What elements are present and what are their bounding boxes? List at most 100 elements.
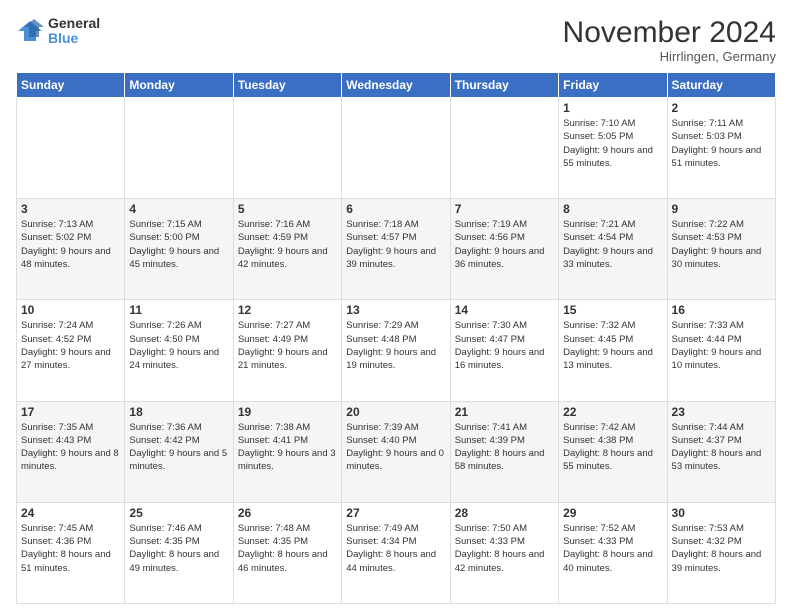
- day-number: 13: [346, 303, 445, 317]
- day-info: Sunrise: 7:44 AM Sunset: 4:37 PM Dayligh…: [672, 421, 771, 474]
- calendar-cell-3-1: 10 Sunrise: 7:24 AM Sunset: 4:52 PM Dayli…: [17, 300, 125, 401]
- calendar-week-1: 1 Sunrise: 7:10 AM Sunset: 5:05 PM Daylig…: [17, 98, 776, 199]
- day-info: Sunrise: 7:45 AM Sunset: 4:36 PM Dayligh…: [21, 522, 120, 575]
- day-number: 7: [455, 202, 554, 216]
- day-number: 8: [563, 202, 662, 216]
- logo: General Blue: [16, 16, 100, 47]
- day-number: 17: [21, 405, 120, 419]
- day-number: 28: [455, 506, 554, 520]
- day-info: Sunrise: 7:11 AM Sunset: 5:03 PM Dayligh…: [672, 117, 771, 170]
- calendar-table: Sunday Monday Tuesday Wednesday Thursday…: [16, 72, 776, 604]
- header-saturday: Saturday: [667, 73, 775, 98]
- calendar-cell-2-6: 8 Sunrise: 7:21 AM Sunset: 4:54 PM Daylig…: [559, 199, 667, 300]
- calendar-cell-2-2: 4 Sunrise: 7:15 AM Sunset: 5:00 PM Daylig…: [125, 199, 233, 300]
- calendar-cell-4-5: 21Sunrise: 7:41 AM Sunset: 4:39 PM Dayli…: [450, 401, 558, 502]
- calendar-cell-4-1: 17Sunrise: 7:35 AM Sunset: 4:43 PM Dayli…: [17, 401, 125, 502]
- calendar-cell-4-3: 19 Sunrise: 7:38 AM Sunset: 4:41 PM Dayli…: [233, 401, 341, 502]
- day-info: Sunrise: 7:22 AM Sunset: 4:53 PM Dayligh…: [672, 218, 771, 271]
- calendar-cell-5-1: 24 Sunrise: 7:45 AM Sunset: 4:36 PM Dayli…: [17, 502, 125, 603]
- day-info: Sunrise: 7:10 AM Sunset: 5:05 PM Dayligh…: [563, 117, 662, 170]
- header-wednesday: Wednesday: [342, 73, 450, 98]
- calendar-cell-3-5: 14 Sunrise: 7:30 AM Sunset: 4:47 PM Dayli…: [450, 300, 558, 401]
- calendar-cell-5-3: 26 Sunrise: 7:48 AM Sunset: 4:35 PM Dayli…: [233, 502, 341, 603]
- header-sunday: Sunday: [17, 73, 125, 98]
- calendar-cell-1-7: 2 Sunrise: 7:11 AM Sunset: 5:03 PM Daylig…: [667, 98, 775, 199]
- day-number: 29: [563, 506, 662, 520]
- calendar-cell-1-3: [233, 98, 341, 199]
- calendar-cell-3-3: 12 Sunrise: 7:27 AM Sunset: 4:49 PM Dayli…: [233, 300, 341, 401]
- day-number: 10: [21, 303, 120, 317]
- calendar-cell-1-2: [125, 98, 233, 199]
- calendar-cell-4-2: 18 Sunrise: 7:36 AM Sunset: 4:42 PM Dayli…: [125, 401, 233, 502]
- calendar-cell-4-4: 20 Sunrise: 7:39 AM Sunset: 4:40 PM Dayli…: [342, 401, 450, 502]
- day-number: 23: [672, 405, 771, 419]
- day-info: Sunrise: 7:21 AM Sunset: 4:54 PM Dayligh…: [563, 218, 662, 271]
- month-title: November 2024: [563, 16, 776, 49]
- day-number: 1: [563, 101, 662, 115]
- day-info: Sunrise: 7:16 AM Sunset: 4:59 PM Dayligh…: [238, 218, 337, 271]
- day-info: Sunrise: 7:27 AM Sunset: 4:49 PM Dayligh…: [238, 319, 337, 372]
- day-info: Sunrise: 7:42 AM Sunset: 4:38 PM Dayligh…: [563, 421, 662, 474]
- day-number: 24: [21, 506, 120, 520]
- calendar-cell-3-7: 16Sunrise: 7:33 AM Sunset: 4:44 PM Dayli…: [667, 300, 775, 401]
- day-info: Sunrise: 7:48 AM Sunset: 4:35 PM Dayligh…: [238, 522, 337, 575]
- day-number: 3: [21, 202, 120, 216]
- day-number: 5: [238, 202, 337, 216]
- calendar-week-2: 3 Sunrise: 7:13 AM Sunset: 5:02 PM Daylig…: [17, 199, 776, 300]
- calendar-cell-4-6: 22 Sunrise: 7:42 AM Sunset: 4:38 PM Dayli…: [559, 401, 667, 502]
- day-number: 21: [455, 405, 554, 419]
- header-thursday: Thursday: [450, 73, 558, 98]
- day-info: Sunrise: 7:32 AM Sunset: 4:45 PM Dayligh…: [563, 319, 662, 372]
- calendar-cell-1-1: [17, 98, 125, 199]
- day-number: 25: [129, 506, 228, 520]
- title-section: November 2024 Hirrlingen, Germany: [563, 16, 776, 64]
- calendar-cell-5-6: 29Sunrise: 7:52 AM Sunset: 4:33 PM Dayli…: [559, 502, 667, 603]
- day-number: 14: [455, 303, 554, 317]
- calendar-cell-5-5: 28 Sunrise: 7:50 AM Sunset: 4:33 PM Dayli…: [450, 502, 558, 603]
- day-number: 6: [346, 202, 445, 216]
- day-number: 4: [129, 202, 228, 216]
- day-number: 19: [238, 405, 337, 419]
- day-number: 22: [563, 405, 662, 419]
- day-number: 20: [346, 405, 445, 419]
- day-info: Sunrise: 7:15 AM Sunset: 5:00 PM Dayligh…: [129, 218, 228, 271]
- day-info: Sunrise: 7:49 AM Sunset: 4:34 PM Dayligh…: [346, 522, 445, 575]
- logo-blue-text: Blue: [48, 31, 100, 46]
- header-monday: Monday: [125, 73, 233, 98]
- calendar-header-row: Sunday Monday Tuesday Wednesday Thursday…: [17, 73, 776, 98]
- logo-text: General Blue: [48, 16, 100, 47]
- day-number: 15: [563, 303, 662, 317]
- calendar-cell-1-5: [450, 98, 558, 199]
- day-info: Sunrise: 7:38 AM Sunset: 4:41 PM Dayligh…: [238, 421, 337, 474]
- header-friday: Friday: [559, 73, 667, 98]
- calendar-cell-2-5: 7 Sunrise: 7:19 AM Sunset: 4:56 PM Daylig…: [450, 199, 558, 300]
- calendar-week-4: 17Sunrise: 7:35 AM Sunset: 4:43 PM Dayli…: [17, 401, 776, 502]
- header: General Blue November 2024 Hirrlingen, G…: [16, 16, 776, 64]
- day-info: Sunrise: 7:36 AM Sunset: 4:42 PM Dayligh…: [129, 421, 228, 474]
- calendar-cell-2-1: 3 Sunrise: 7:13 AM Sunset: 5:02 PM Daylig…: [17, 199, 125, 300]
- day-info: Sunrise: 7:13 AM Sunset: 5:02 PM Dayligh…: [21, 218, 120, 271]
- calendar-cell-1-6: 1 Sunrise: 7:10 AM Sunset: 5:05 PM Daylig…: [559, 98, 667, 199]
- location: Hirrlingen, Germany: [563, 49, 776, 64]
- day-number: 16: [672, 303, 771, 317]
- day-info: Sunrise: 7:53 AM Sunset: 4:32 PM Dayligh…: [672, 522, 771, 575]
- day-info: Sunrise: 7:30 AM Sunset: 4:47 PM Dayligh…: [455, 319, 554, 372]
- day-info: Sunrise: 7:29 AM Sunset: 4:48 PM Dayligh…: [346, 319, 445, 372]
- day-info: Sunrise: 7:19 AM Sunset: 4:56 PM Dayligh…: [455, 218, 554, 271]
- calendar-cell-3-4: 13 Sunrise: 7:29 AM Sunset: 4:48 PM Dayli…: [342, 300, 450, 401]
- calendar-cell-3-2: 11 Sunrise: 7:26 AM Sunset: 4:50 PM Dayli…: [125, 300, 233, 401]
- day-number: 11: [129, 303, 228, 317]
- calendar-cell-5-4: 27Sunrise: 7:49 AM Sunset: 4:34 PM Dayli…: [342, 502, 450, 603]
- day-info: Sunrise: 7:39 AM Sunset: 4:40 PM Dayligh…: [346, 421, 445, 474]
- day-info: Sunrise: 7:50 AM Sunset: 4:33 PM Dayligh…: [455, 522, 554, 575]
- day-number: 26: [238, 506, 337, 520]
- header-tuesday: Tuesday: [233, 73, 341, 98]
- calendar-cell-2-3: 5 Sunrise: 7:16 AM Sunset: 4:59 PM Daylig…: [233, 199, 341, 300]
- day-number: 2: [672, 101, 771, 115]
- calendar-cell-2-4: 6Sunrise: 7:18 AM Sunset: 4:57 PM Daylig…: [342, 199, 450, 300]
- day-info: Sunrise: 7:24 AM Sunset: 4:52 PM Dayligh…: [21, 319, 120, 372]
- day-info: Sunrise: 7:26 AM Sunset: 4:50 PM Dayligh…: [129, 319, 228, 372]
- day-number: 18: [129, 405, 228, 419]
- day-number: 12: [238, 303, 337, 317]
- day-number: 9: [672, 202, 771, 216]
